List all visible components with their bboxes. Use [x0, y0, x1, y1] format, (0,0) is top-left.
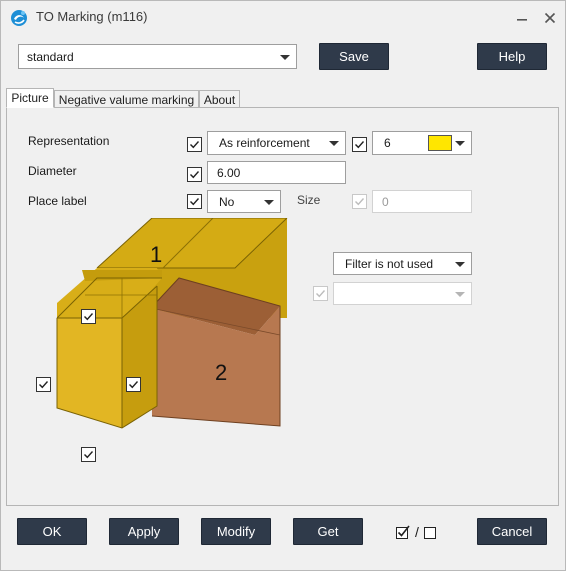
- size-checkbox[interactable]: [352, 194, 367, 209]
- checkmark-icon: [355, 198, 365, 206]
- close-icon[interactable]: [541, 9, 559, 27]
- tab-panel-picture: Representation As reinforcement 6 Diamet…: [6, 107, 559, 506]
- color-number: 6: [384, 136, 391, 150]
- help-button[interactable]: Help: [477, 43, 547, 70]
- save-button[interactable]: Save: [319, 43, 389, 70]
- beam-illustration: 1 2: [56, 218, 288, 429]
- filter-secondary-select[interactable]: [333, 282, 472, 305]
- checkmark-icon: [84, 451, 94, 459]
- column-top-checkbox[interactable]: [81, 309, 96, 324]
- ok-button[interactable]: OK: [17, 518, 87, 545]
- checkmark-icon: [190, 198, 200, 206]
- part-1-label: 1: [150, 242, 162, 267]
- diameter-label: Diameter: [28, 164, 77, 178]
- chevron-down-icon: [280, 54, 290, 60]
- preset-select[interactable]: standard: [18, 44, 297, 69]
- color-select[interactable]: 6: [372, 131, 472, 155]
- column-left-checkbox[interactable]: [36, 377, 51, 392]
- chevron-down-icon: [329, 141, 339, 146]
- place-label-label: Place label: [28, 194, 87, 208]
- representation-select[interactable]: As reinforcement: [207, 131, 346, 155]
- preset-select-value: standard: [27, 49, 74, 64]
- dialog-window: TO Marking (m116) standard Save Help Pic…: [0, 0, 566, 571]
- column-bottom-checkbox[interactable]: [81, 447, 96, 462]
- diameter-input[interactable]: 6.00: [207, 161, 346, 184]
- color-checkbox[interactable]: [352, 137, 367, 152]
- window-title: TO Marking (m116): [36, 9, 148, 24]
- checkmark-icon: [39, 381, 49, 389]
- checkmark-icon: [129, 381, 139, 389]
- filter-secondary-checkbox[interactable]: [313, 286, 328, 301]
- cancel-button[interactable]: Cancel: [477, 518, 547, 545]
- column-right-checkbox[interactable]: [126, 377, 141, 392]
- minimize-icon[interactable]: [513, 9, 531, 27]
- toggle-separator: /: [415, 524, 419, 540]
- modify-button[interactable]: Modify: [201, 518, 271, 545]
- size-label: Size: [297, 193, 321, 207]
- representation-label: Representation: [28, 134, 110, 148]
- check-all-icon[interactable]: [396, 525, 410, 539]
- part-2-label: 2: [215, 360, 227, 385]
- checkmark-icon: [316, 290, 326, 298]
- get-button[interactable]: Get: [293, 518, 363, 545]
- place-label-select[interactable]: No: [207, 190, 281, 213]
- uncheck-all-icon[interactable]: [423, 525, 438, 539]
- place-label-select-value: No: [219, 194, 235, 209]
- size-input[interactable]: 0: [372, 190, 472, 213]
- chevron-down-icon: [264, 199, 274, 205]
- checkmark-icon: [84, 313, 94, 321]
- checkmark-icon: [190, 141, 200, 149]
- representation-checkbox[interactable]: [187, 137, 202, 152]
- place-label-checkbox[interactable]: [187, 194, 202, 209]
- toggle-all-control[interactable]: /: [396, 523, 444, 541]
- chevron-down-icon: [455, 261, 465, 267]
- checkmark-icon: [190, 171, 200, 179]
- representation-select-value: As reinforcement: [219, 136, 310, 150]
- checkmark-icon: [355, 141, 365, 149]
- color-swatch: [428, 135, 452, 151]
- app-logo-icon: [9, 8, 29, 28]
- chevron-down-icon: [455, 291, 465, 297]
- chevron-down-icon: [455, 141, 465, 146]
- diameter-checkbox[interactable]: [187, 167, 202, 182]
- filter-select-value: Filter is not used: [345, 256, 434, 271]
- filter-select[interactable]: Filter is not used: [333, 252, 472, 275]
- tab-about[interactable]: About: [199, 90, 240, 108]
- apply-button[interactable]: Apply: [109, 518, 179, 545]
- title-bar: TO Marking (m116): [1, 1, 565, 34]
- tab-negative-volume-marking[interactable]: Negative valume marking: [54, 90, 199, 108]
- tab-picture[interactable]: Picture: [6, 88, 54, 108]
